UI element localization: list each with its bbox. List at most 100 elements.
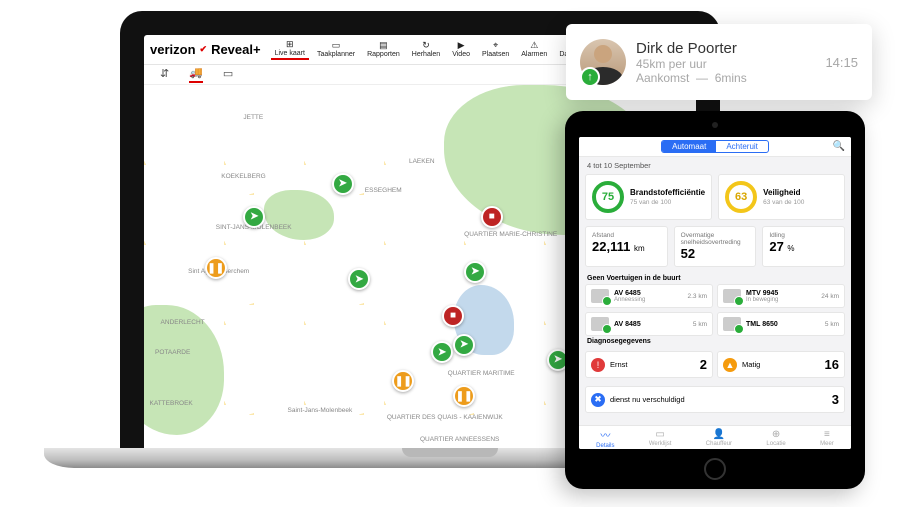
- tabbar-item[interactable]: ▭Werklijst: [649, 429, 672, 447]
- brand-product: Reveal+: [211, 42, 261, 57]
- tablet-camera-icon: [712, 122, 718, 128]
- vehicle-marker-org[interactable]: ❚❚: [453, 385, 475, 407]
- tab-icon: ▭: [655, 429, 664, 440]
- arrival-eta: 6mins: [715, 71, 747, 85]
- tab-icon: ⊕: [772, 429, 780, 440]
- map-label: LAEKEN: [409, 158, 435, 165]
- tab-label: Details: [596, 443, 614, 449]
- brand-company: verizon: [150, 42, 196, 57]
- segment-right[interactable]: Achteruit: [716, 141, 768, 152]
- diagnostic-label: Ernst: [610, 360, 628, 369]
- vehicle-marker-org[interactable]: ❚❚: [205, 257, 227, 279]
- map-label: POTAARDE: [155, 349, 190, 356]
- segmented-control[interactable]: Automaat Achteruit: [661, 140, 769, 153]
- brand-block: verizon ✔ Reveal+: [150, 42, 261, 57]
- map-label: KATTEBROEK: [150, 400, 193, 407]
- map-label: ANDERLECHT: [161, 319, 205, 326]
- score-text: Veiligheid63 van de 100: [763, 188, 804, 206]
- stat-label: Overmatige snelheidsovertreding: [681, 232, 750, 246]
- driver-notification[interactable]: ↑ Dirk de Poorter 45km per uur Aankomst …: [566, 24, 872, 100]
- vehicle-distance: 24 km: [821, 293, 839, 300]
- vehicle-marker-grn[interactable]: ➤: [464, 261, 486, 283]
- vehicle-marker-grn[interactable]: ➤: [348, 268, 370, 290]
- rapporten-icon: ▤: [379, 41, 388, 50]
- nav-label: Rapporten: [367, 51, 400, 58]
- diagnostic-icon: !: [591, 358, 605, 372]
- score-ring: 63: [725, 181, 757, 213]
- stat-value: 22,111 km: [592, 239, 661, 254]
- truck-icon[interactable]: 🚚: [189, 66, 203, 83]
- vehicle-item[interactable]: AV 8485 5 km: [585, 312, 713, 336]
- driver-speed: 45km per uur: [636, 57, 815, 71]
- tabbar-item[interactable]: ≡Meer: [820, 429, 834, 447]
- nav-alarmen[interactable]: ⚠Alarmen: [517, 40, 551, 59]
- segment-left[interactable]: Automaat: [662, 141, 716, 152]
- window-icon[interactable]: ▭: [223, 67, 233, 82]
- vehicle-item[interactable]: AV 6485Anneessing 2.3 km: [585, 284, 713, 308]
- nav-plaatsen[interactable]: ⌖Plaatsen: [478, 40, 513, 59]
- driver-name: Dirk de Poorter: [636, 40, 815, 57]
- herhalen-icon: ↻: [422, 41, 430, 50]
- score-text: Brandstofefficiëntie75 van de 100: [630, 188, 705, 206]
- stat-label: Afstand: [592, 232, 661, 239]
- map-park: [264, 190, 334, 240]
- tabbar-item[interactable]: 👤Chauffeur: [706, 429, 732, 447]
- diagnostics-header: Diagnosegegevens: [579, 336, 851, 347]
- diagnostic-label: Matig: [742, 360, 760, 369]
- alarmen-icon: ⚠: [530, 41, 538, 50]
- score-card[interactable]: 75 Brandstofefficiëntie75 van de 100: [585, 174, 712, 220]
- stat-card[interactable]: Afstand 22,111 km: [585, 226, 668, 267]
- vehicle-marker-org[interactable]: ❚❚: [392, 370, 414, 392]
- vehicle-marker-red[interactable]: ■: [481, 206, 503, 228]
- search-icon[interactable]: 🔍: [833, 141, 845, 152]
- taakplanner-icon: ▭: [332, 41, 341, 50]
- vehicle-distance: 5 km: [693, 321, 707, 328]
- score-card[interactable]: 63 Veiligheid63 van de 100: [718, 174, 845, 220]
- diagnostic-item[interactable]: ! Ernst 2: [585, 351, 713, 378]
- vehicle-list: AV 6485Anneessing 2.3 km MTV 9945In bewe…: [579, 284, 851, 336]
- truck-icon: [723, 289, 741, 303]
- vehicle-distance: 5 km: [825, 321, 839, 328]
- brand-checkmark-icon: ✔: [200, 44, 208, 55]
- vehicle-item[interactable]: MTV 9945In beweging 24 km: [717, 284, 845, 308]
- vehicle-item[interactable]: TML 8650 5 km: [717, 312, 845, 336]
- nav-herhalen[interactable]: ↻Herhalen: [408, 40, 444, 59]
- nav-label: Plaatsen: [482, 51, 509, 58]
- arrow-up-icon: ↑: [580, 67, 600, 87]
- map-label: QUARTIER MARIE-CHRISTINE: [464, 231, 557, 238]
- hierarchy-icon[interactable]: ⇵: [160, 67, 169, 82]
- vehicle-marker-grn[interactable]: ➤: [453, 334, 475, 356]
- nav-taakplanner[interactable]: ▭Taakplanner: [313, 40, 359, 59]
- diagnostics-row: ! Ernst 2▲ Matig 16: [579, 347, 851, 382]
- tab-label: Chauffeur: [706, 441, 732, 447]
- notification-time: 14:15: [825, 55, 858, 70]
- vehicles-header: Geen Voertuigen in de buurt: [579, 273, 851, 284]
- notification-body: Dirk de Poorter 45km per uur Aankomst — …: [636, 40, 815, 85]
- map-label: JETTE: [243, 114, 263, 121]
- map-label: QUARTIER ANNEESSENS: [420, 436, 499, 443]
- tablet-home-button[interactable]: [704, 458, 726, 480]
- diagnostic-item[interactable]: ✖ dienst nu verschuldigd 3: [585, 386, 845, 413]
- map-label: QUARTIER MARITIME: [448, 370, 515, 377]
- map-label: Saint-Jans-Molenbeek: [288, 407, 353, 414]
- driver-arrival: Aankomst — 6mins: [636, 71, 815, 85]
- laptop-trackpad-notch: [402, 448, 498, 457]
- tabbar-item[interactable]: 〰Details: [596, 427, 614, 449]
- nav-label: Alarmen: [521, 51, 547, 58]
- stat-card[interactable]: Idling 27 %: [762, 226, 845, 267]
- vehicle-marker-grn[interactable]: ➤: [332, 173, 354, 195]
- vehicle-marker-red[interactable]: ■: [442, 305, 464, 327]
- nav-video[interactable]: ▶Video: [448, 40, 474, 59]
- nav-rapporten[interactable]: ▤Rapporten: [363, 40, 404, 59]
- tablet-screen: Automaat Achteruit 🔍 4 tot 10 September …: [579, 137, 851, 449]
- diagnostic-item[interactable]: ▲ Matig 16: [717, 351, 845, 378]
- map-label: QUARTIER DES QUAIS - KAAIENWIJK: [387, 414, 503, 421]
- tablet-frame: Automaat Achteruit 🔍 4 tot 10 September …: [565, 111, 865, 489]
- plaatsen-icon: ⌖: [493, 41, 498, 50]
- stat-card[interactable]: Overmatige snelheidsovertreding 52: [674, 226, 757, 267]
- vehicle-marker-grn[interactable]: ➤: [243, 206, 265, 228]
- tablet-tabbar: 〰Details ▭Werklijst 👤Chauffeur ⊕Locatie ≡Mee…: [579, 425, 851, 449]
- vehicle-marker-grn[interactable]: ➤: [431, 341, 453, 363]
- tabbar-item[interactable]: ⊕Locatie: [766, 429, 785, 447]
- nav-livekaart[interactable]: ⊞Live kaart: [271, 39, 309, 60]
